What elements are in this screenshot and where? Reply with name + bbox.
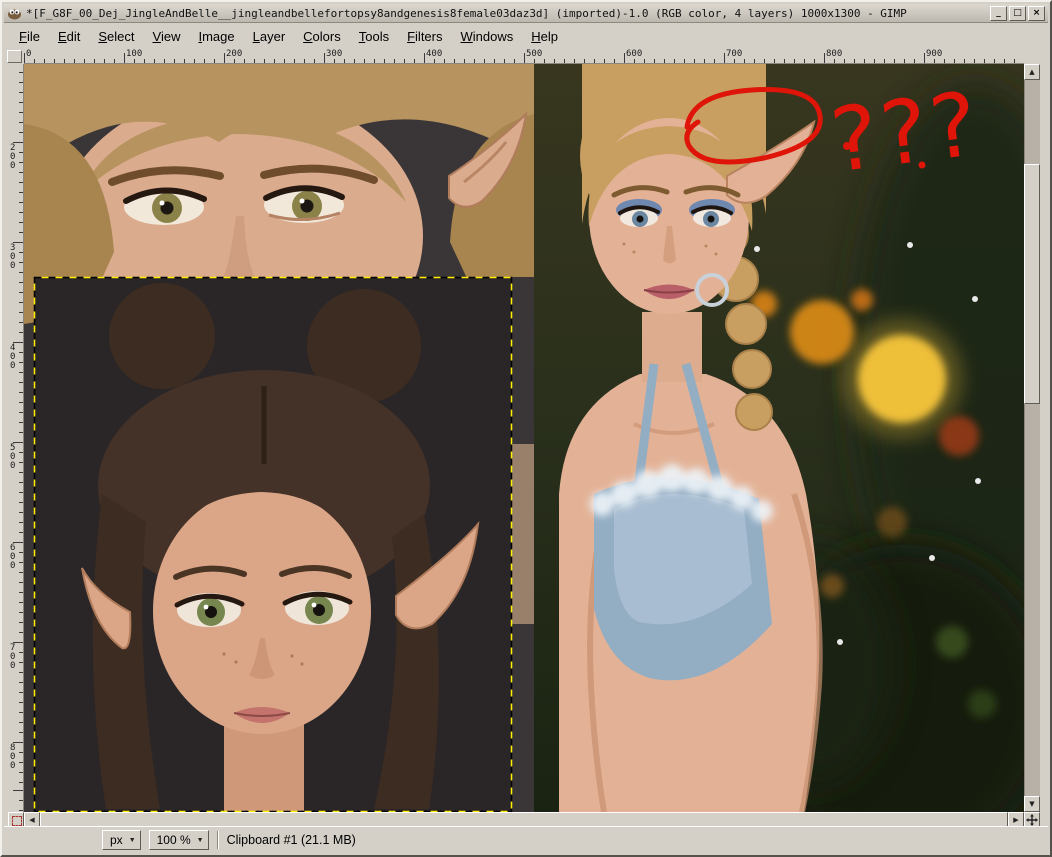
ruler-label: 300: [10, 243, 16, 271]
work-area: 0 100 200 300 400 500 600 700 800 900 20…: [5, 49, 1050, 828]
vertical-ruler[interactable]: 200 300 400 500 600 700 800: [8, 64, 24, 812]
menu-tools[interactable]: Tools: [350, 26, 398, 47]
menu-edit[interactable]: Edit: [49, 26, 89, 47]
window-controls: _ □ ×: [990, 5, 1045, 21]
scroll-up-button[interactable]: ▲: [1024, 64, 1040, 80]
unit-value: px: [110, 833, 123, 847]
menu-windows[interactable]: Windows: [452, 26, 523, 47]
ruler-label: 500: [10, 443, 16, 471]
ruler-label: 400: [426, 49, 443, 59]
scroll-down-button[interactable]: ▼: [1024, 796, 1040, 812]
ruler-label: 700: [10, 643, 16, 671]
chevron-down-icon: ▼: [128, 836, 136, 844]
ruler-label: 600: [10, 543, 16, 571]
ruler-label: 600: [626, 49, 643, 59]
ruler-label: 500: [526, 49, 543, 59]
zoom-dropdown[interactable]: 100 % ▼: [148, 830, 209, 850]
ruler-label: 200: [226, 49, 243, 59]
vertical-scrollbar[interactable]: ▲ ▼: [1024, 64, 1040, 812]
close-button[interactable]: ×: [1028, 5, 1045, 21]
ruler-label: 100: [126, 49, 143, 59]
canvas[interactable]: ???: [24, 64, 1024, 812]
menu-filters[interactable]: Filters: [398, 26, 451, 47]
ruler-label: 700: [726, 49, 743, 59]
titlebar[interactable]: *[F_G8F_00_Dej_JingleAndBelle__jingleand…: [4, 4, 1048, 23]
minimize-button[interactable]: _: [990, 5, 1007, 21]
zoom-value: 100 %: [156, 833, 191, 847]
menu-select[interactable]: Select: [89, 26, 143, 47]
unit-dropdown[interactable]: px ▼: [102, 830, 141, 850]
ruler-label: 800: [826, 49, 843, 59]
brunette-render: [33, 276, 513, 812]
gimp-window: *[F_G8F_00_Dej_JingleAndBelle__jingleand…: [0, 0, 1052, 857]
menu-colors[interactable]: Colors: [294, 26, 350, 47]
ruler-label: 200: [10, 143, 16, 171]
christmas-elf-render: ???: [534, 64, 1024, 812]
menu-view[interactable]: View: [144, 26, 190, 47]
ruler-label: 800: [10, 743, 16, 771]
annotation-text: ???: [825, 72, 986, 192]
ruler-corner[interactable]: [7, 50, 22, 63]
ruler-label: 400: [10, 343, 16, 371]
menu-layer[interactable]: Layer: [244, 26, 295, 47]
menu-bar: File Edit Select View Image Layer Colors…: [4, 24, 1048, 49]
maximize-button[interactable]: □: [1009, 5, 1026, 21]
chevron-down-icon: ▼: [196, 836, 204, 844]
left-panel-render: [24, 64, 534, 812]
gimp-wilber-icon: [7, 7, 22, 20]
ruler-label: 900: [926, 49, 943, 59]
menu-file[interactable]: File: [10, 26, 49, 47]
status-message: Clipboard #1 (21.1 MB): [226, 833, 356, 847]
statusbar-separator: [216, 831, 219, 849]
navigation-cross-icon: [1026, 814, 1038, 826]
ruler-label: 300: [326, 49, 343, 59]
elf-girl: [559, 64, 823, 812]
window-title: *[F_G8F_00_Dej_JingleAndBelle__jingleand…: [26, 6, 907, 20]
vertical-scroll-thumb[interactable]: [1024, 164, 1040, 404]
menu-help[interactable]: Help: [522, 26, 567, 47]
canvas-artwork: ???: [24, 64, 1024, 812]
menu-image[interactable]: Image: [189, 26, 243, 47]
horizontal-ruler[interactable]: 0 100 200 300 400 500 600 700 800 900: [24, 49, 1024, 64]
status-bar: px ▼ 100 % ▼ Clipboard #1 (21.1 MB): [4, 826, 1048, 853]
ruler-label: 0: [26, 49, 32, 59]
